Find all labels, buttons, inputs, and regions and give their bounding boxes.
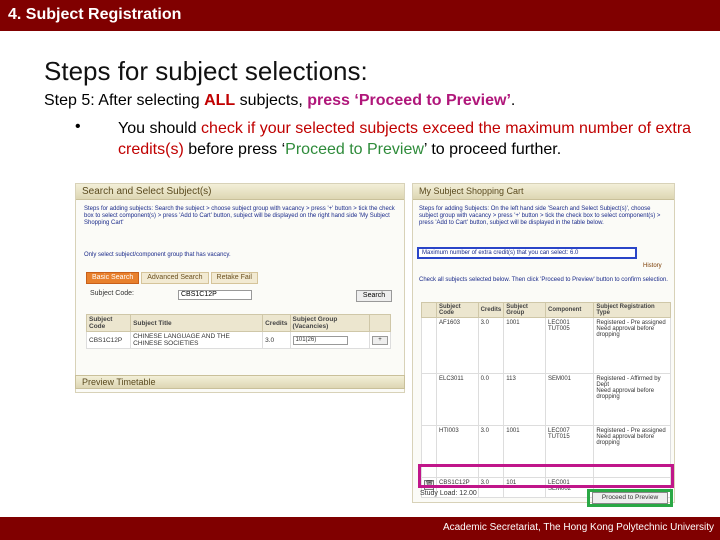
bullet-t4: Proceed to Preview — [285, 141, 424, 158]
step-press: press ‘Proceed to Preview’ — [307, 92, 511, 109]
cart-panel-title: My Subject Shopping Cart — [413, 184, 674, 200]
th-icon — [421, 302, 437, 318]
bullet-t3: before press ‘ — [183, 141, 286, 158]
subject-code-label: Subject Code: — [90, 290, 134, 297]
th-subject-group: Subject Group (Vacancies) — [289, 314, 370, 332]
top-bar: 4. Subject Registration — [0, 0, 720, 31]
table-row: AF1603 3.0 1001 LEC001 TUT005 Registered… — [421, 317, 671, 374]
cell-group: 113 — [503, 373, 546, 426]
cell-group: 1001 — [503, 317, 546, 374]
history-link[interactable]: History — [643, 263, 662, 269]
th-subject-title: Subject Title — [130, 314, 264, 332]
tab-retake-fail[interactable]: Retake Fail — [210, 272, 258, 284]
table-row: ELC3011 0.0 113 SEM001 Registered - Affi… — [421, 373, 671, 426]
new-subject-highlight — [418, 464, 674, 488]
cell-group: 101(26) — [289, 331, 370, 349]
search-panel-title: Search and Select Subject(s) — [76, 184, 404, 200]
cell-credits: 3.0 — [477, 317, 505, 374]
th-credits: Credits — [477, 302, 505, 318]
max-credits-box: Maximum number of extra credit(s) that y… — [417, 247, 637, 259]
cell-component: SEM001 — [544, 373, 595, 426]
proceed-highlight — [587, 489, 673, 507]
search-steps-text: Steps for adding subjects: Search the su… — [84, 206, 395, 226]
th-subject-code: Subject Code — [436, 302, 479, 318]
cell-credits: 3.0 — [262, 331, 291, 349]
page-heading: Steps for subject selections: — [44, 56, 368, 86]
group-select[interactable]: 101(26) — [292, 335, 348, 345]
vacancy-note: Only select subject/component group that… — [84, 252, 231, 258]
section-title: 4. Subject Registration — [8, 6, 182, 23]
footer-bar: Academic Secretariat, The Hong Kong Poly… — [0, 517, 720, 540]
th-credits: Credits — [262, 314, 291, 332]
cell-type: Registered - Affirmed by Dept Need appro… — [593, 373, 671, 426]
shopping-cart-panel: My Subject Shopping Cart Steps for addin… — [412, 183, 675, 503]
search-select-panel: Search and Select Subject(s) Steps for a… — [75, 183, 405, 393]
step-instruction: Step 5: After selecting ALL subjects, pr… — [44, 92, 515, 110]
cell-type: Registered - Pre assigned Need approval … — [593, 317, 671, 374]
cart-header-row: Subject Code Credits Subject Group Compo… — [421, 302, 671, 318]
search-tabs: Basic Search Advanced Search Retake Fail — [86, 272, 260, 284]
add-group-button[interactable]: + — [371, 335, 388, 345]
step-prefix: Step 5: After selecting — [44, 92, 205, 109]
cell-code: CBS1C12P — [85, 331, 132, 349]
bullet-symbol: • — [75, 118, 81, 135]
cell-action: + — [368, 331, 392, 349]
study-load: Study Load: 12.00 — [420, 490, 477, 497]
cell-title: CHINESE LANGUAGE AND THE CHINESE SOCIETI… — [130, 331, 264, 349]
cart-steps-text: Steps for adding Subjects: On the left h… — [419, 206, 661, 226]
search-button[interactable]: Search — [356, 290, 392, 302]
footer-text: Academic Secretariat, The Hong Kong Poly… — [442, 522, 714, 533]
cell-icon — [421, 373, 437, 426]
cell-credits: 0.0 — [477, 373, 505, 426]
bullet-text: You should check if your selected subjec… — [118, 118, 710, 160]
th-subject-code: Subject Code — [85, 314, 132, 332]
search-results-table: Subject Code Subject Title Credits Subje… — [85, 314, 392, 349]
cell-code: AF1603 — [436, 317, 479, 374]
th-action — [368, 314, 392, 332]
bullet-t5: ’ to proceed further. — [423, 141, 562, 158]
tab-basic-search[interactable]: Basic Search — [86, 272, 140, 284]
step-middle: subjects, — [235, 92, 308, 109]
th-subject-group: Subject Group — [503, 302, 546, 318]
cell-icon — [421, 317, 437, 374]
table-row: CBS1C12P CHINESE LANGUAGE AND THE CHINES… — [85, 331, 392, 349]
th-component: Component — [544, 302, 595, 318]
step-all: ALL — [204, 92, 236, 109]
cell-code: ELC3011 — [436, 373, 479, 426]
cell-component: LEC001 TUT005 — [544, 317, 595, 374]
bullet-t1: You should — [118, 120, 202, 137]
table-header-row: Subject Code Subject Title Credits Subje… — [85, 314, 392, 332]
tab-advanced-search[interactable]: Advanced Search — [141, 272, 209, 284]
preview-timetable-bar[interactable]: Preview Timetable — [75, 375, 405, 389]
th-registration-type: Subject Registration Type — [593, 302, 671, 318]
subject-code-input[interactable]: CBS1C12P — [178, 290, 252, 300]
step-suffix: . — [510, 92, 516, 109]
cart-check-note: Check all subjects selected below. Then … — [419, 277, 668, 283]
